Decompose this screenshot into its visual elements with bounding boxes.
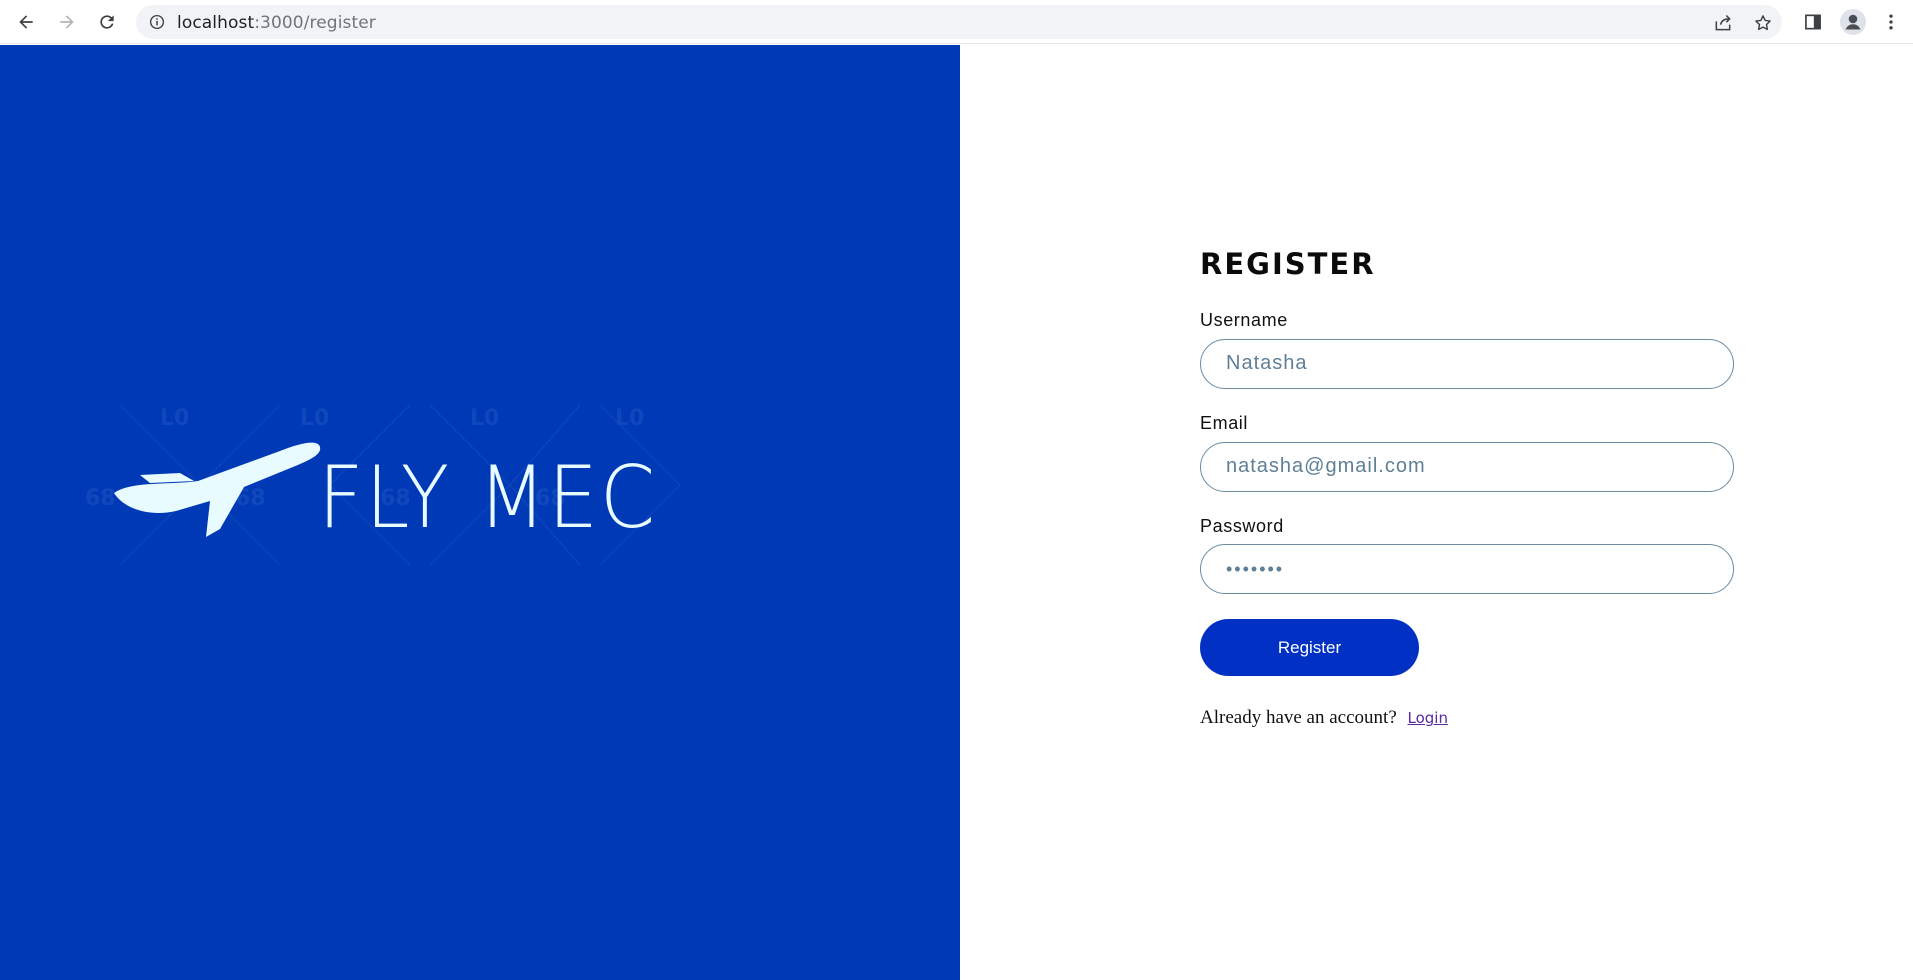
share-button[interactable] — [1712, 12, 1734, 34]
url-host: localhost — [177, 13, 255, 33]
login-link[interactable]: Login — [1408, 709, 1448, 727]
bookmark-button[interactable] — [1752, 12, 1774, 34]
arrow-right-icon — [60, 15, 74, 29]
username-input[interactable] — [1200, 338, 1734, 389]
back-button[interactable] — [12, 8, 40, 36]
brand-logo: L0 L0 L0 L0 68 68 68 68 FLY MEC — [80, 385, 700, 615]
brand-panel: L0 L0 L0 L0 68 68 68 68 FLY MEC — [0, 45, 960, 980]
reload-icon — [100, 15, 114, 29]
profile-button[interactable] — [1840, 9, 1866, 35]
forward-button[interactable] — [53, 8, 81, 36]
star-icon — [1755, 15, 1771, 31]
register-button[interactable]: Register — [1200, 619, 1419, 677]
brand-name: FLY MEC — [318, 448, 657, 548]
svg-text:L0: L0 — [615, 406, 644, 431]
browser-menu-button[interactable] — [1878, 9, 1904, 35]
side-panel-button[interactable] — [1800, 9, 1826, 35]
reload-button[interactable] — [93, 8, 121, 36]
info-icon[interactable] — [148, 13, 166, 31]
svg-text:L0: L0 — [160, 406, 189, 431]
url-path: :3000/register — [254, 13, 376, 33]
register-form: REGISTER Username Email Password Registe… — [1200, 250, 1740, 729]
login-prompt-row: Already have an account? Login — [1200, 707, 1740, 729]
email-input[interactable] — [1200, 441, 1734, 492]
svg-text:L0: L0 — [470, 406, 499, 431]
browser-toolbar: localhost:3000/register — [0, 0, 1913, 44]
password-input[interactable] — [1200, 544, 1734, 595]
login-prompt: Already have an account? — [1200, 707, 1397, 729]
page-title: REGISTER — [1200, 247, 1376, 281]
share-icon — [1715, 14, 1731, 31]
svg-text:L0: L0 — [300, 406, 329, 431]
side-panel-icon — [1805, 14, 1821, 30]
email-label: Email — [1200, 412, 1249, 433]
profile-icon — [1840, 9, 1866, 35]
url-text[interactable]: localhost:3000/register — [177, 13, 376, 33]
kebab-menu-icon — [1889, 14, 1893, 30]
username-label: Username — [1200, 310, 1288, 330]
airplane-icon — [114, 442, 321, 537]
password-label: Password — [1200, 515, 1284, 536]
arrow-left-icon — [19, 15, 33, 29]
address-bar[interactable]: localhost:3000/register — [136, 5, 1782, 39]
